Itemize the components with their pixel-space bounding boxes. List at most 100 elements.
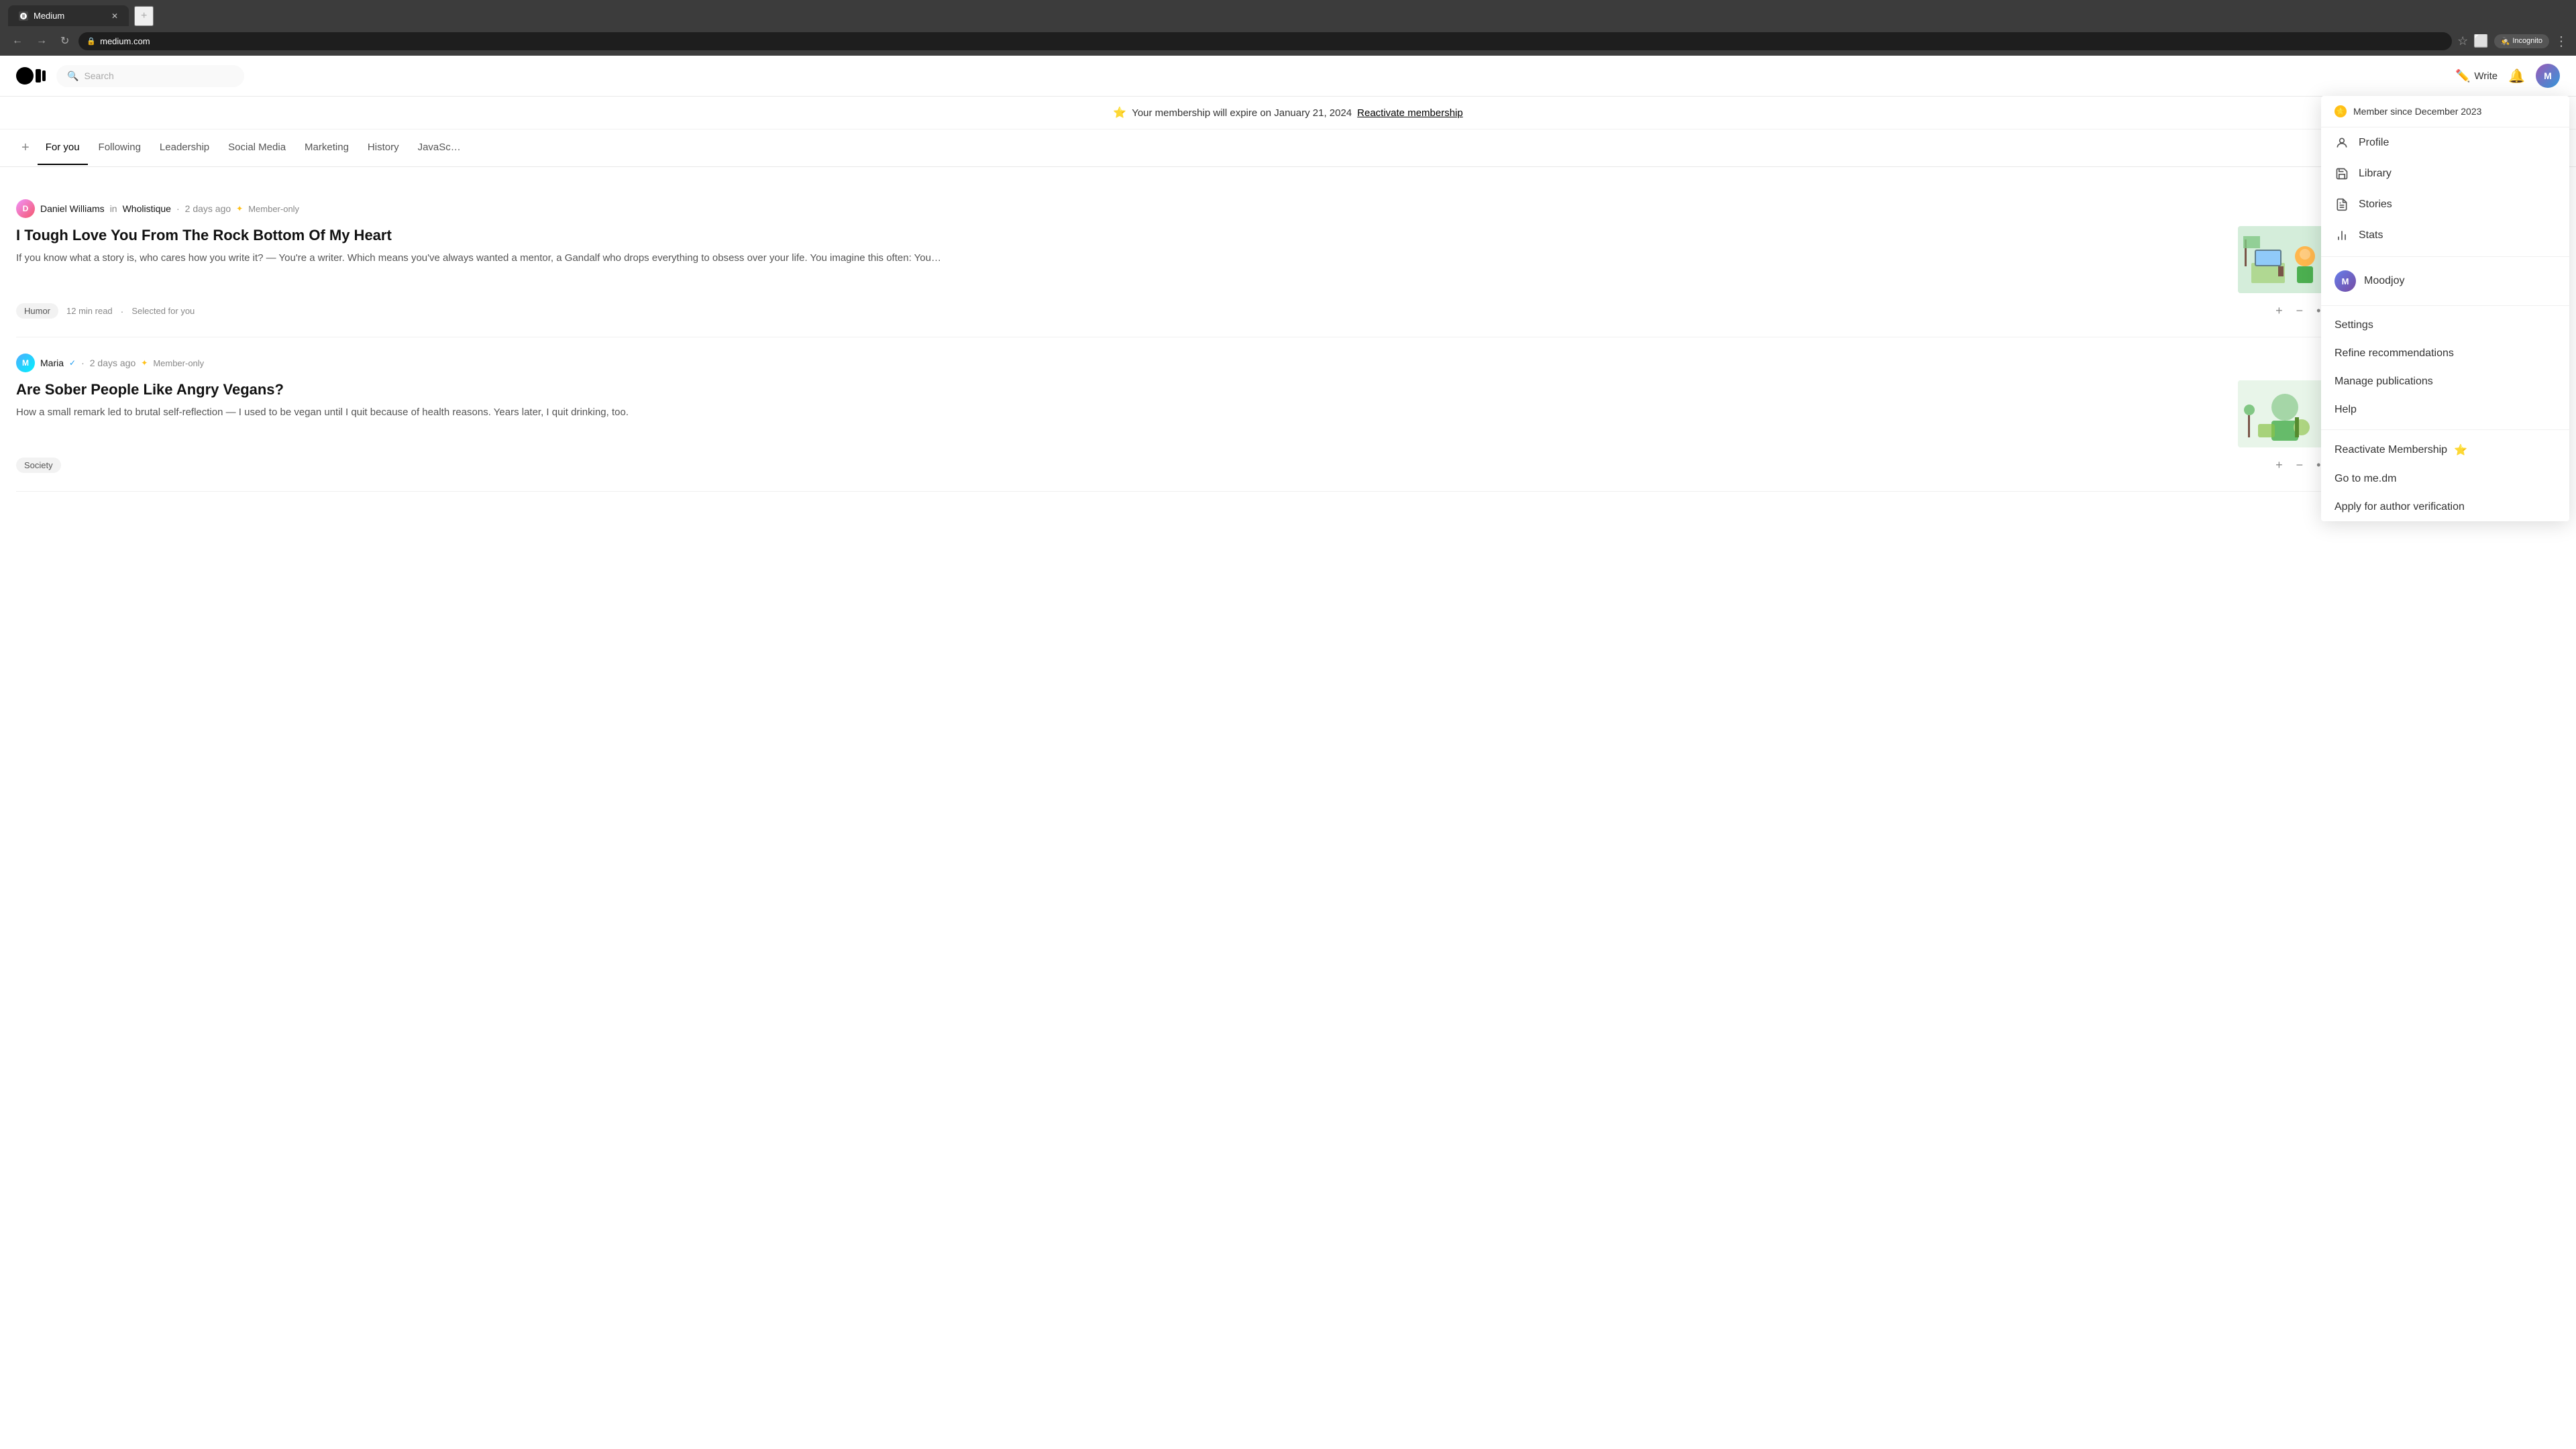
dropdown-profile-item[interactable]: Profile [2321, 127, 2569, 158]
back-button[interactable]: ← [8, 32, 27, 50]
browser-toolbar: ← → ↻ 🔒 medium.com ☆ ⬜ 🕵 Incognito ⋮ [0, 26, 2576, 56]
dropdown-divider-2 [2321, 305, 2569, 306]
tab-favicon [19, 11, 28, 21]
tab-view-icon[interactable]: ⬜ [2473, 34, 2488, 48]
toolbar-right: ☆ ⬜ 🕵 Incognito ⋮ [2457, 33, 2568, 50]
author-name[interactable]: Daniel Williams [40, 203, 105, 214]
tab-history[interactable]: History [360, 131, 407, 165]
dropdown-divider-1 [2321, 256, 2569, 257]
tab-leadership[interactable]: Leadership [152, 131, 217, 165]
membership-banner: ⭐ Your membership will expire on January… [0, 97, 2576, 129]
read-time: 12 min read [66, 306, 113, 316]
browser-chrome: Medium ✕ + ← → ↻ 🔒 medium.com ☆ ⬜ 🕵 Inco… [0, 0, 2576, 56]
medium-app: 🔍 Search ✏️ Write 🔔 M ⭐ Your membership … [0, 56, 2576, 508]
star-icon[interactable]: ☆ [2457, 34, 2468, 48]
publication-name[interactable]: Wholistique [123, 203, 171, 214]
stories-icon [2334, 197, 2349, 212]
reactivate-link[interactable]: Reactivate membership [1357, 107, 1463, 119]
tab-marketing[interactable]: Marketing [297, 131, 357, 165]
author-avatar: D [16, 199, 35, 218]
dropdown-apply-item[interactable]: Apply for author verification [2321, 493, 2569, 521]
address-bar[interactable]: 🔒 medium.com [78, 32, 2452, 50]
tab-for-you-label: For you [46, 142, 80, 153]
dropdown-manage-item[interactable]: Manage publications [2321, 368, 2569, 396]
medium-logo[interactable] [16, 67, 46, 85]
reload-button[interactable]: ↻ [56, 32, 73, 50]
save-story-button[interactable]: + [2273, 301, 2286, 321]
dropdown-stories-item[interactable]: Stories [2321, 189, 2569, 220]
dropdown-help-item[interactable]: Help [2321, 396, 2569, 424]
settings-label: Settings [2334, 319, 2373, 331]
tab-javascript[interactable]: JavaSc… [410, 131, 469, 165]
user-name-dropdown: Moodjoy [2364, 275, 2404, 287]
tab-for-you[interactable]: For you [38, 131, 88, 165]
search-box[interactable]: 🔍 Search [56, 65, 244, 87]
article-tag-2[interactable]: Society [16, 458, 61, 473]
help-label: Help [2334, 404, 2357, 415]
article-text-2: Are Sober People Like Angry Vegans? How … [16, 380, 2227, 420]
dropdown-goto-item[interactable]: Go to me.dm [2321, 465, 2569, 493]
incognito-badge: 🕵 Incognito [2494, 34, 2549, 48]
verified-icon: ✓ [69, 358, 76, 368]
manage-label: Manage publications [2334, 376, 2433, 387]
url-text: medium.com [100, 36, 150, 46]
stats-label: Stats [2359, 229, 2383, 241]
article-title-2[interactable]: Are Sober People Like Angry Vegans? [16, 380, 2227, 400]
article-footer-2: Society + − ••• [16, 455, 2332, 475]
article-content: I Tough Love You From The Rock Bottom Of… [16, 226, 2332, 293]
dropdown-reactivate-item[interactable]: Reactivate Membership ⭐ [2321, 435, 2569, 465]
medium-header: 🔍 Search ✏️ Write 🔔 M [0, 56, 2576, 97]
tab-social-media-label: Social Media [228, 142, 286, 153]
article-feed: D Daniel Williams in Wholistique · 2 day… [16, 183, 2332, 492]
author-avatar-2: M [16, 354, 35, 372]
user-dropdown-overlay: ⭐ Member since December 2023 Profile Lib… [2321, 56, 2576, 521]
tab-social-media[interactable]: Social Media [220, 131, 294, 165]
article-tag[interactable]: Humor [16, 303, 58, 319]
profile-icon [2334, 136, 2349, 150]
article-excerpt: If you know what a story is, who cares h… [16, 251, 2227, 266]
save-story-button-2[interactable]: + [2273, 455, 2286, 475]
hide-story-button[interactable]: − [2294, 301, 2306, 321]
article-meta: D Daniel Williams in Wholistique · 2 day… [16, 199, 2332, 218]
article-footer: Humor 12 min read · Selected for you + −… [16, 301, 2332, 321]
stats-icon [2334, 228, 2349, 243]
profile-label: Profile [2359, 137, 2389, 149]
tab-javascript-label: JavaSc… [418, 142, 461, 153]
active-tab[interactable]: Medium ✕ [8, 5, 129, 26]
reactivate-star-icon: ⭐ [2454, 443, 2467, 457]
dropdown-divider-3 [2321, 429, 2569, 430]
member-star-icon: ✦ [236, 204, 243, 213]
forward-button[interactable]: → [32, 32, 51, 50]
dropdown-settings-item[interactable]: Settings [2321, 311, 2569, 339]
incognito-icon: 🕵 [2501, 37, 2510, 46]
dropdown-member-header: ⭐ Member since December 2023 [2321, 96, 2569, 127]
tab-following[interactable]: Following [91, 131, 149, 165]
dropdown-refine-item[interactable]: Refine recommendations [2321, 339, 2569, 368]
tab-leadership-label: Leadership [160, 142, 209, 153]
tab-following-label: Following [99, 142, 141, 153]
member-only-label: Member-only [248, 204, 299, 214]
tab-marketing-label: Marketing [305, 142, 349, 153]
user-avatar-dropdown: M [2334, 270, 2356, 292]
time-ago-2: 2 days ago [90, 358, 136, 368]
search-placeholder: Search [84, 70, 113, 81]
secure-icon: 🔒 [87, 37, 96, 46]
new-tab-button[interactable]: + [134, 6, 154, 26]
stories-label: Stories [2359, 199, 2392, 211]
dropdown-user-item[interactable]: M Moodjoy [2321, 262, 2569, 300]
banner-message: Your membership will expire on January 2… [1132, 107, 1352, 119]
tab-close-button[interactable]: ✕ [111, 11, 118, 21]
dropdown-stats-item[interactable]: Stats [2321, 220, 2569, 251]
member-since-text: Member since December 2023 [2353, 106, 2481, 117]
time-ago: 2 days ago [185, 203, 231, 214]
in-text: in [110, 203, 117, 214]
article-title[interactable]: I Tough Love You From The Rock Bottom Of… [16, 226, 2227, 246]
hide-story-button-2[interactable]: − [2294, 455, 2306, 475]
browser-menu-icon[interactable]: ⋮ [2555, 33, 2568, 50]
article-card: M Maria ✓ · 2 days ago ✦ Member-only Are… [16, 337, 2332, 492]
navigation-tabs: + For you Following Leadership Social Me… [0, 129, 2576, 167]
add-tab-button[interactable]: + [16, 129, 35, 166]
author-name-2[interactable]: Maria [40, 358, 64, 368]
apply-label: Apply for author verification [2334, 501, 2465, 513]
dropdown-library-item[interactable]: Library [2321, 158, 2569, 189]
